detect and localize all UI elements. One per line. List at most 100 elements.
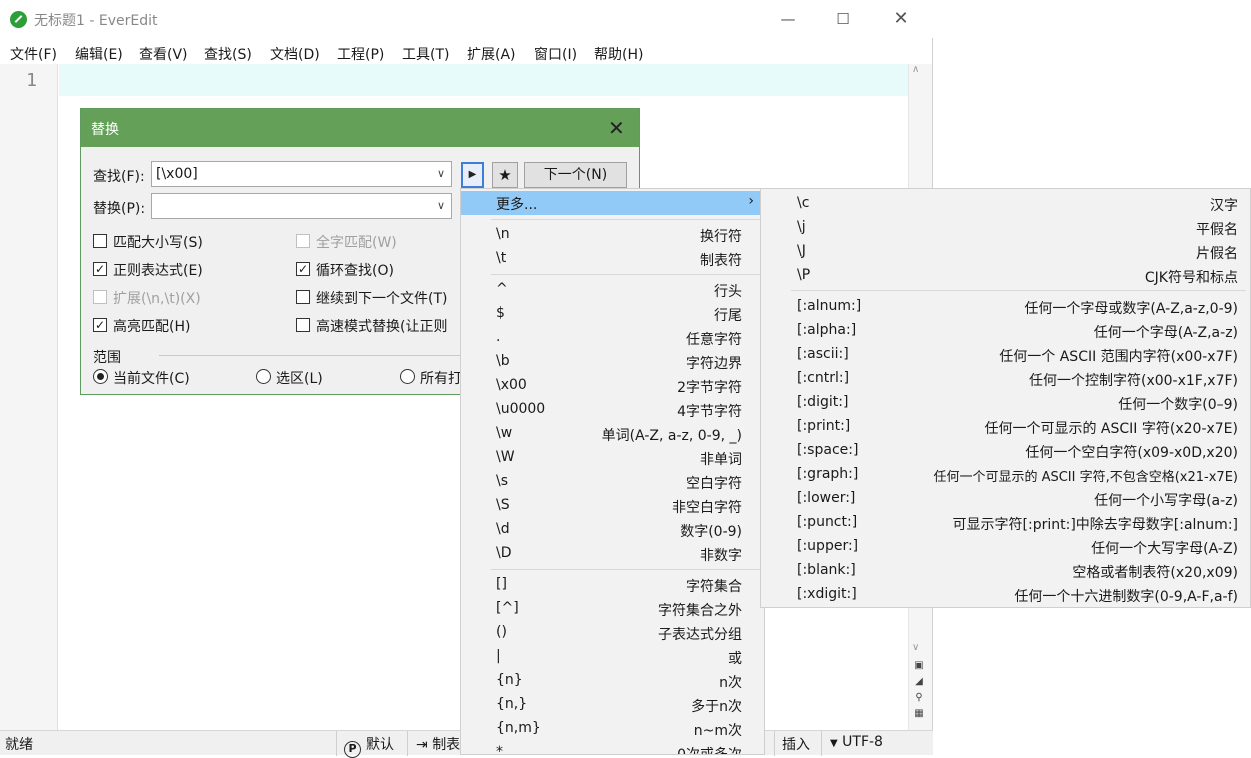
submenu-item[interactable]: [:cntrl:] 任何一个控制字符(x00-x1F,x7F) bbox=[761, 367, 1250, 391]
title-bar: 无标题1 - EverEdit — ☐ ✕ bbox=[0, 0, 933, 38]
menu-item[interactable]: ^ 行头 bbox=[461, 278, 764, 302]
submenu-item[interactable]: \j 平假名 bbox=[761, 216, 1250, 240]
submenu-item[interactable]: \c 汉字 bbox=[761, 192, 1250, 216]
replace-label: 替换(P): bbox=[93, 201, 146, 217]
menu-tools[interactable]: 工具(T) bbox=[402, 44, 449, 64]
radio-icon[interactable] bbox=[256, 369, 271, 384]
menu-item[interactable]: \W 非单词 bbox=[461, 446, 764, 470]
find-value: [\x00] bbox=[156, 166, 198, 182]
submenu-item[interactable]: [:alnum:] 任何一个字母或数字(A-Z,a-z,0-9) bbox=[761, 295, 1250, 319]
checkbox-box[interactable] bbox=[93, 290, 107, 304]
find-combobox[interactable]: [\x00] ∨ bbox=[151, 161, 452, 187]
dialog-close-icon[interactable]: ✕ bbox=[608, 116, 625, 140]
menu-item[interactable]: {n} n次 bbox=[461, 669, 764, 693]
submenu-item[interactable]: [:digit:] 任何一个数字(0–9) bbox=[761, 391, 1250, 415]
submenu-item[interactable]: [:lower:] 任何一个小写字母(a-z) bbox=[761, 487, 1250, 511]
star-favorite-button[interactable]: ★ bbox=[492, 162, 518, 188]
menu-item[interactable]: \t 制表符 bbox=[461, 247, 764, 271]
menu-project[interactable]: 工程(P) bbox=[337, 44, 384, 64]
regex-context-menu: 更多... › \n 换行符 \t 制表符 ^ 行头 $ 行尾 . 任意字符 \b 字符边界… bbox=[460, 188, 765, 755]
regex-menu-button[interactable]: ▶ bbox=[461, 162, 484, 188]
dialog-title-bar: 替换 ✕ bbox=[81, 109, 639, 147]
app-logo-icon bbox=[10, 11, 27, 28]
submenu-item[interactable]: [:upper:] 任何一个大写字母(A-Z) bbox=[761, 535, 1250, 559]
maximize-button[interactable]: ☐ bbox=[828, 6, 858, 32]
menu-item[interactable]: \d 数字(0-9) bbox=[461, 518, 764, 542]
line-gutter: 1 bbox=[0, 64, 58, 730]
menu-item[interactable]: {n,m} n~m次 bbox=[461, 717, 764, 741]
submenu-item[interactable]: [:print:] 任何一个可显示的 ASCII 字符(x20-x7E) bbox=[761, 415, 1250, 439]
replace-combobox[interactable]: ∨ bbox=[151, 193, 452, 219]
menu-item[interactable]: [^] 字符集合之外 bbox=[461, 597, 764, 621]
submenu-item[interactable]: \P CJK符号和标点 bbox=[761, 264, 1250, 288]
menu-item[interactable]: () 子表达式分组 bbox=[461, 621, 764, 645]
submenu-item[interactable]: [:punct:] 可显示字符[:print:]中除去字母数字[:alnum:] bbox=[761, 511, 1250, 535]
menu-item[interactable]: $ 行尾 bbox=[461, 302, 764, 326]
scope-label: 范围 bbox=[93, 350, 121, 366]
status-insert[interactable]: 插入 bbox=[782, 734, 810, 754]
status-encoding[interactable]: ▼ UTF-8 bbox=[830, 734, 883, 750]
checkbox-box[interactable] bbox=[296, 234, 310, 248]
editor-text-area[interactable] bbox=[59, 64, 908, 96]
radio-selected-icon[interactable] bbox=[93, 369, 108, 384]
checkbox-box[interactable] bbox=[296, 318, 310, 332]
menu-document[interactable]: 文档(D) bbox=[270, 44, 320, 64]
dropdown-arrow-icon: ▼ bbox=[830, 738, 838, 749]
scroll-up-icon[interactable]: ∧ bbox=[912, 64, 919, 75]
submenu-item[interactable]: [:space:] 任何一个空白字符(x09-x0D,x20) bbox=[761, 439, 1250, 463]
menu-item[interactable]: \D 非数字 bbox=[461, 542, 764, 566]
find-label: 查找(F): bbox=[93, 169, 145, 185]
status-default[interactable]: P 默认 bbox=[344, 734, 394, 758]
submenu-item[interactable]: \J 片假名 bbox=[761, 240, 1250, 264]
menu-item[interactable]: . 任意字符 bbox=[461, 326, 764, 350]
status-tab[interactable]: ⇥ 制表 bbox=[416, 734, 460, 754]
submenu-item[interactable]: [:xdigit:] 任何一个十六进制数字(0-9,A-F,a-f) bbox=[761, 583, 1250, 607]
checkmark-icon[interactable]: ✓ bbox=[93, 318, 107, 332]
submenu-item[interactable]: [:blank:] 空格或者制表符(x20,x09) bbox=[761, 559, 1250, 583]
line-number: 1 bbox=[26, 70, 37, 91]
menu-item[interactable]: \s 空白字符 bbox=[461, 470, 764, 494]
checkmark-icon[interactable]: ✓ bbox=[93, 262, 107, 276]
submenu-item[interactable]: [:alpha:] 任何一个字母(A-Z,a-z) bbox=[761, 319, 1250, 343]
menu-edit[interactable]: 编辑(E) bbox=[75, 44, 123, 64]
menu-view[interactable]: 查看(V) bbox=[139, 44, 188, 64]
chevron-down-icon[interactable]: ∨ bbox=[437, 199, 445, 212]
menu-item[interactable]: | 或 bbox=[461, 645, 764, 669]
menu-item[interactable]: \u0000 4字节字符 bbox=[461, 398, 764, 422]
menu-help[interactable]: 帮助(H) bbox=[594, 44, 643, 64]
menu-item[interactable]: \S 非空白字符 bbox=[461, 494, 764, 518]
menu-file[interactable]: 文件(F) bbox=[10, 44, 57, 64]
menu-item[interactable]: \n 换行符 bbox=[461, 223, 764, 247]
menu-item[interactable]: [] 字符集合 bbox=[461, 573, 764, 597]
close-button[interactable]: ✕ bbox=[886, 6, 916, 32]
menu-item-more[interactable]: 更多... › bbox=[461, 191, 764, 215]
dialog-title: 替换 bbox=[91, 122, 119, 138]
menu-search[interactable]: 查找(S) bbox=[204, 44, 252, 64]
chevron-down-icon[interactable]: ∨ bbox=[437, 167, 445, 180]
menu-item[interactable]: \b 字符边界 bbox=[461, 350, 764, 374]
find-next-button[interactable]: 下一个(N) bbox=[524, 162, 627, 188]
submenu-item[interactable]: [:ascii:] 任何一个 ASCII 范围内字符(x00-x7F) bbox=[761, 343, 1250, 367]
split-view-icon[interactable]: ▣ bbox=[912, 660, 926, 672]
corner-icon[interactable]: ◢ bbox=[912, 676, 926, 688]
menu-window[interactable]: 窗口(I) bbox=[534, 44, 577, 64]
zoom-icon[interactable]: ⚲ bbox=[912, 692, 926, 704]
chevron-right-icon: › bbox=[748, 193, 754, 209]
radio-icon[interactable] bbox=[400, 369, 415, 384]
scroll-down-icon[interactable]: ∨ bbox=[912, 642, 919, 653]
menu-item[interactable]: * 0次或多次 bbox=[461, 741, 764, 754]
menu-item[interactable]: {n,} 多于n次 bbox=[461, 693, 764, 717]
checkbox-box[interactable] bbox=[93, 234, 107, 248]
menu-extensions[interactable]: 扩展(A) bbox=[467, 44, 516, 64]
menu-item[interactable]: \w 单词(A-Z, a-z, 0-9, _) bbox=[461, 422, 764, 446]
map-icon[interactable]: ▦ bbox=[912, 708, 926, 720]
menu-bar: 文件(F) 编辑(E) 查看(V) 查找(S) 文档(D) 工程(P) 工具(T… bbox=[0, 40, 933, 64]
more-submenu: \c 汉字 \j 平假名 \J 片假名 \P CJK符号和标点 [:alnum:] 任何一… bbox=[760, 188, 1251, 608]
checkmark-icon[interactable]: ✓ bbox=[296, 262, 310, 276]
p-circle-icon: P bbox=[344, 741, 361, 758]
checkbox-box[interactable] bbox=[296, 290, 310, 304]
status-ready: 就绪 bbox=[5, 737, 33, 753]
submenu-item[interactable]: [:graph:] 任何一个可显示的 ASCII 字符,不包含空格(x21-x7E… bbox=[761, 463, 1250, 487]
menu-item[interactable]: \x00 2字节字符 bbox=[461, 374, 764, 398]
minimize-button[interactable]: — bbox=[773, 6, 803, 32]
